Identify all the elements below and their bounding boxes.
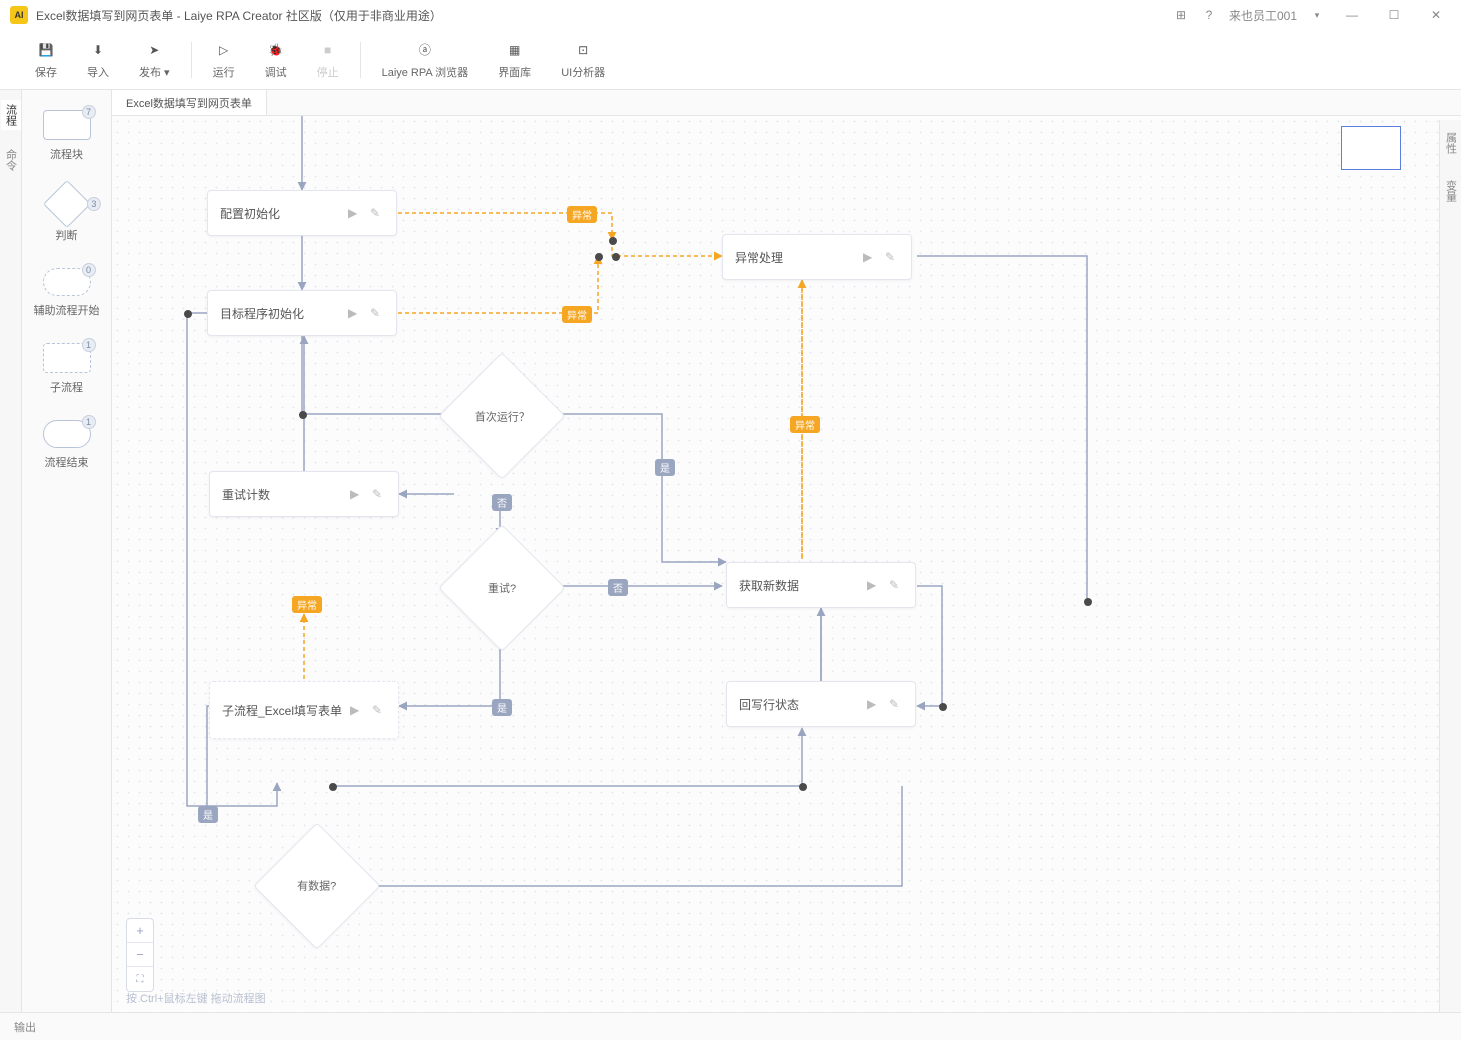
zoom-control: + − ⛶	[126, 918, 154, 992]
analyzer-icon: ⊡	[573, 40, 593, 60]
node-label: 重试计数	[222, 486, 350, 503]
node-sub-excel[interactable]: 子流程_Excel填写表单 ▶ ✎	[209, 681, 399, 739]
tab-flow[interactable]: 流程	[1, 100, 21, 130]
save-icon: 💾	[36, 40, 56, 60]
canvas-hint: 按 Ctrl+鼠标左键 拖动流程图	[126, 990, 266, 1006]
chevron-down-icon[interactable]: ▾	[1309, 7, 1325, 23]
canvas-area: Excel数据填写到网页表单	[112, 90, 1461, 1012]
edit-icon[interactable]: ✎	[372, 703, 386, 717]
palette-sub[interactable]: 1子流程	[43, 343, 91, 395]
node-retry-count[interactable]: 重试计数 ▶ ✎	[209, 471, 399, 517]
edit-icon[interactable]: ✎	[885, 250, 899, 264]
uilib-button[interactable]: ▦界面库	[483, 40, 546, 80]
edit-icon[interactable]: ✎	[889, 578, 903, 592]
window-title: Excel数据填写到网页表单 - Laiye RPA Creator 社区版（仅…	[36, 7, 442, 24]
node-first-run[interactable]: 首次运行？	[438, 352, 565, 479]
browser-button[interactable]: ⓐLaiye RPA 浏览器	[367, 40, 484, 80]
app-logo: AI	[10, 6, 28, 24]
import-button[interactable]: ⬇导入	[72, 40, 124, 80]
edge-yes: 是	[492, 699, 512, 716]
node-label: 回写行状态	[739, 696, 867, 713]
edge-exc: 异常	[567, 206, 597, 223]
canvas[interactable]: 配置初始化 ▶ ✎ 目标程序初始化 ▶ ✎ 异常处理 ▶ ✎ 首次运行？ 重试计数 ▶…	[112, 116, 1461, 1012]
play-icon[interactable]: ▶	[348, 306, 362, 320]
uilib-icon: ▦	[505, 40, 525, 60]
play-icon[interactable]: ▶	[867, 578, 881, 592]
user-name[interactable]: 来也员工001	[1229, 7, 1297, 24]
play-icon[interactable]: ▶	[863, 250, 877, 264]
palette-end[interactable]: 1流程结束	[43, 420, 91, 470]
stop-button[interactable]: ■停止	[302, 40, 354, 80]
node-config-init[interactable]: 配置初始化 ▶ ✎	[207, 190, 397, 236]
grid-icon[interactable]: ⊞	[1173, 7, 1189, 23]
node-label: 子流程_Excel填写表单	[222, 702, 350, 719]
node-label: 目标程序初始化	[220, 305, 348, 322]
palette-aux[interactable]: 0辅助流程开始	[34, 268, 100, 318]
right-tabs: 属性 变量	[1439, 120, 1461, 1012]
publish-button[interactable]: ➤发布 ▾	[124, 40, 185, 80]
edit-icon[interactable]: ✎	[370, 206, 384, 220]
close-button[interactable]: ✕	[1421, 0, 1451, 30]
tab-commands[interactable]: 命令	[1, 145, 21, 175]
zoom-in[interactable]: +	[127, 919, 153, 943]
node-label: 获取新数据	[739, 577, 867, 594]
palette: 7流程块 3判断 0辅助流程开始 1子流程 1流程结束	[22, 90, 112, 1012]
debug-button[interactable]: 🐞调试	[250, 40, 302, 80]
node-label: 首次运行？	[475, 408, 530, 424]
node-label: 异常处理	[735, 249, 863, 266]
node-has-data[interactable]: 有数据?	[253, 822, 380, 949]
node-fetch-data[interactable]: 获取新数据 ▶ ✎	[726, 562, 916, 608]
run-button[interactable]: ▷运行	[198, 40, 250, 80]
edge-exc: 异常	[562, 306, 592, 323]
node-retry[interactable]: 重试?	[438, 524, 565, 651]
zoom-out[interactable]: −	[127, 943, 153, 967]
save-button[interactable]: 💾保存	[20, 40, 72, 80]
node-exception[interactable]: 异常处理 ▶ ✎	[722, 234, 912, 280]
toolbar: 💾保存 ⬇导入 ➤发布 ▾ ▷运行 🐞调试 ■停止 ⓐLaiye RPA 浏览器…	[0, 30, 1461, 90]
left-tabs: 流程 命令	[0, 90, 22, 1012]
edge-yes: 是	[655, 459, 675, 476]
edge-no: 否	[608, 579, 628, 596]
node-writeback[interactable]: 回写行状态 ▶ ✎	[726, 681, 916, 727]
minimize-button[interactable]: —	[1337, 0, 1367, 30]
edit-icon[interactable]: ✎	[889, 697, 903, 711]
play-icon[interactable]: ▶	[348, 206, 362, 220]
stop-icon: ■	[318, 40, 338, 60]
browser-icon: ⓐ	[415, 40, 435, 60]
tab-variables[interactable]: 变量	[1441, 176, 1461, 206]
palette-block[interactable]: 7流程块	[43, 110, 91, 162]
bottom-panel[interactable]: 输出	[0, 1012, 1461, 1040]
edge-exc: 异常	[292, 596, 322, 613]
import-icon: ⬇	[88, 40, 108, 60]
edge-yes: 是	[198, 806, 218, 823]
file-tab[interactable]: Excel数据填写到网页表单	[112, 90, 267, 115]
palette-decision[interactable]: 3判断	[50, 187, 84, 243]
node-label: 配置初始化	[220, 205, 348, 222]
play-icon[interactable]: ▶	[350, 703, 364, 717]
debug-icon: 🐞	[266, 40, 286, 60]
run-icon: ▷	[214, 40, 234, 60]
maximize-button[interactable]: ☐	[1379, 0, 1409, 30]
node-label: 有数据?	[297, 878, 336, 894]
tab-strip: Excel数据填写到网页表单	[112, 90, 1461, 116]
play-icon[interactable]: ▶	[867, 697, 881, 711]
publish-icon: ➤	[144, 40, 164, 60]
zoom-fit[interactable]: ⛶	[127, 967, 153, 991]
tab-properties[interactable]: 属性	[1441, 128, 1461, 158]
edge-exc: 异常	[790, 416, 820, 433]
play-icon[interactable]: ▶	[350, 487, 364, 501]
node-label: 重试?	[488, 580, 516, 596]
titlebar: AI Excel数据填写到网页表单 - Laiye RPA Creator 社区…	[0, 0, 1461, 30]
edit-icon[interactable]: ✎	[370, 306, 384, 320]
node-target-init[interactable]: 目标程序初始化 ▶ ✎	[207, 290, 397, 336]
minimap[interactable]	[1341, 126, 1401, 170]
help-icon[interactable]: ?	[1201, 7, 1217, 23]
edit-icon[interactable]: ✎	[372, 487, 386, 501]
edge-no: 否	[492, 494, 512, 511]
analyzer-button[interactable]: ⊡UI分析器	[546, 40, 620, 80]
